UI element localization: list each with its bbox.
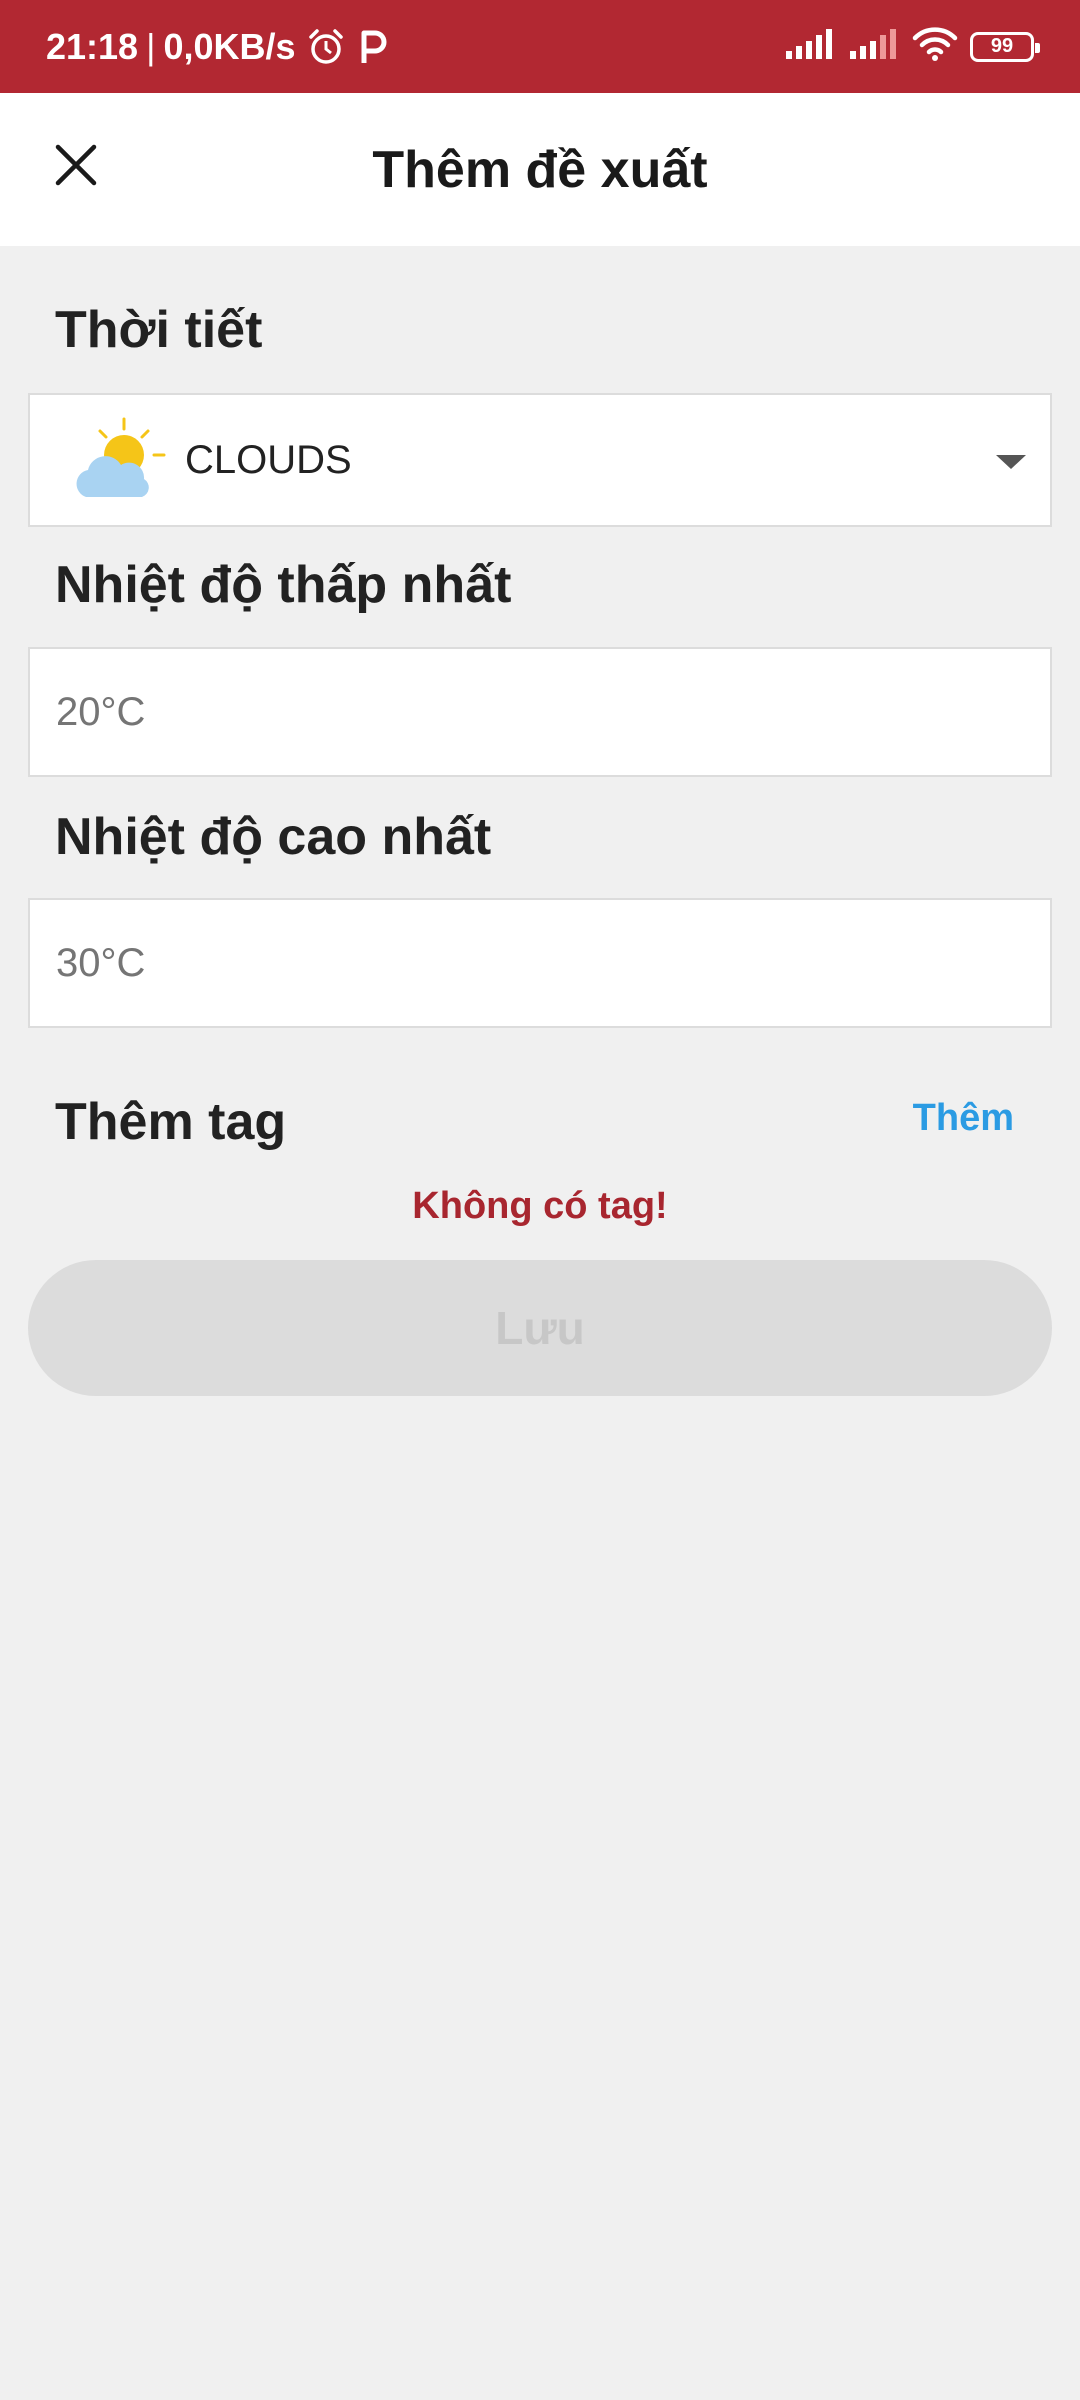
weather-select[interactable]: CLOUDS [28,393,1052,527]
min-temp-input[interactable] [28,647,1052,777]
app-header: Thêm đề xuất [0,93,1080,246]
page-title: Thêm đề xuất [372,140,708,199]
parking-icon [356,27,390,67]
signal-icon-2 [848,27,900,66]
battery-icon: 99 [970,31,1040,62]
no-tag-message: Không có tag! [412,1185,668,1227]
status-separator: | [146,25,156,67]
max-temp-input[interactable] [28,898,1052,1028]
wifi-icon [912,26,958,67]
battery-level: 99 [990,35,1014,57]
signal-icon [784,27,836,66]
chevron-down-icon [996,455,1026,469]
tags-label: Thêm tag [55,1093,287,1151]
save-button[interactable]: Lưu [28,1260,1052,1396]
sun-cloud-icon [72,417,168,507]
add-tag-link[interactable]: Thêm [913,1097,1014,1140]
status-time: 21:18 [46,25,139,67]
status-bar: 21:18 | 0,0KB/s 99 [0,0,1080,93]
close-icon[interactable] [40,129,112,201]
min-temp-label: Nhiệt độ thấp nhất [55,556,512,614]
max-temp-label: Nhiệt độ cao nhất [55,808,492,866]
status-network-speed: 0,0KB/s [163,25,296,67]
alarm-icon [306,27,346,67]
weather-label: Thời tiết [55,301,263,359]
weather-select-value: CLOUDS [185,437,352,482]
